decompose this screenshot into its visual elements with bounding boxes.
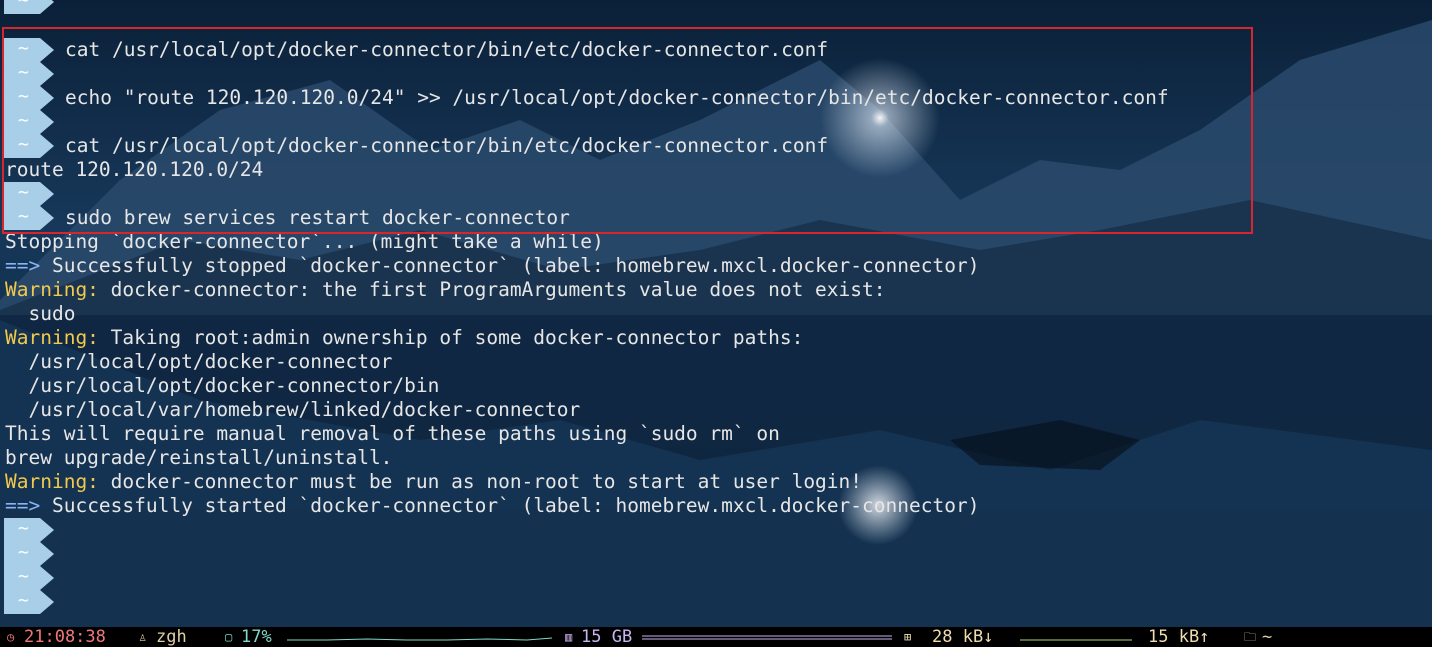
prompt-segment: ~ (4, 566, 58, 590)
network-up: 15 kB↑ (1148, 627, 1210, 647)
current-directory: ~ (1262, 627, 1273, 647)
clock-icon: ◷ (7, 630, 15, 644)
memory-graph (642, 635, 892, 640)
warning-label: Warning: (5, 470, 99, 493)
prompt-cwd: ~ (18, 518, 29, 539)
clock-time: 21:08:38 (24, 627, 106, 647)
output-text: /usr/local/opt/docker-connector (5, 350, 393, 373)
prompt-cwd: ~ (18, 590, 29, 611)
output-text: sudo (5, 302, 76, 325)
status-bar: ◷ 21:08:38 ♙ zgh ▢ 17% ▥ 15 GB ⊞ 28 kB↓ … (0, 627, 1432, 647)
prompt-segment: ~ (4, 590, 58, 614)
warning-label: Warning: (5, 278, 99, 301)
memory-usage: 15 GB (581, 627, 633, 647)
output-text: Successfully started `docker-connector` … (40, 494, 980, 517)
highlight-box (2, 27, 1253, 234)
cpu-icon: ▢ (225, 630, 233, 644)
prompt-segment: ~ (4, 518, 58, 542)
arrow-label: ==> (5, 254, 41, 277)
output-text: This will require manual removal of thes… (5, 422, 780, 445)
folder-icon: 🗀 (1244, 630, 1257, 644)
prompt-segment: ~ (4, 542, 58, 566)
network-down: 28 kB↓ (932, 627, 994, 647)
prompt-cwd: ~ (18, 566, 29, 587)
user-icon: ♙ (139, 630, 147, 644)
output-text: brew upgrade/reinstall/uninstall. (5, 446, 393, 469)
prompt-cwd: ~ (18, 542, 29, 563)
cpu-usage: 17% (241, 627, 272, 647)
memory-icon: ▥ (565, 630, 573, 644)
arrow-label: ==> (5, 494, 41, 517)
output-text: docker-connector: the first ProgramArgum… (98, 278, 886, 301)
user-name: zgh (156, 627, 187, 647)
output-text: /usr/local/opt/docker-connector/bin (5, 374, 440, 397)
network-graph (1020, 639, 1132, 641)
output-text: Taking root:admin ownership of some dock… (98, 326, 804, 349)
warning-label: Warning: (5, 326, 99, 349)
network-icon: ⊞ (904, 630, 912, 644)
output-text: Successfully stopped `docker-connector` … (40, 254, 980, 277)
prompt-cwd: ~ (18, 0, 29, 11)
output-text: /usr/local/var/homebrew/linked/docker-co… (5, 398, 581, 421)
prompt-segment: ~ (4, 0, 58, 14)
cpu-graph (287, 637, 552, 641)
output-text: docker-connector must be run as non-root… (98, 470, 863, 493)
